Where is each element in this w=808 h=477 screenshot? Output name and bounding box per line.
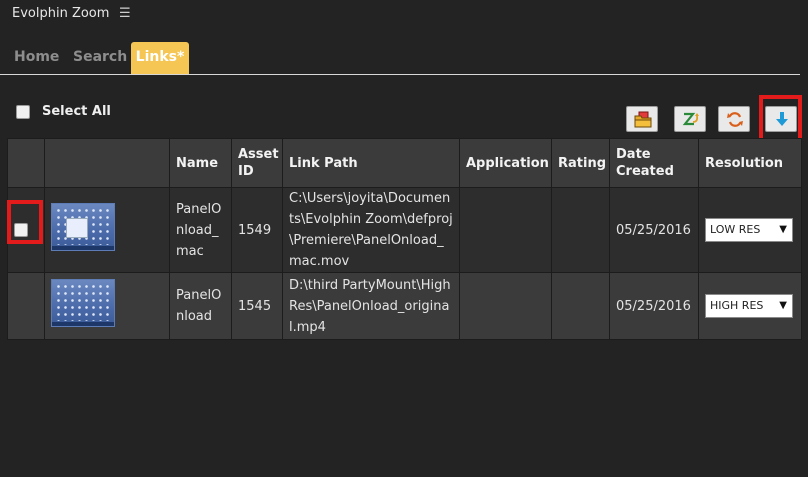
cell-resolution: HIGH RES ▼ (698, 272, 802, 340)
cell-application (459, 272, 552, 340)
title-bar: Evolphin Zoom ☰ (0, 0, 808, 28)
refresh-button[interactable] (718, 106, 750, 132)
zoom-button[interactable] (674, 106, 706, 132)
header-resolution[interactable]: Resolution (698, 138, 802, 188)
asset-thumbnail[interactable] (51, 278, 115, 327)
thumbnail-cell (44, 272, 170, 340)
thumbnail-cell (44, 187, 170, 273)
links-table: Name Asset ID Link Path Application Rati… (7, 138, 802, 340)
folder-icon (634, 111, 652, 128)
cell-link-path: D:\third PartyMount\HighRes\PanelOnload_… (282, 272, 460, 340)
table-row[interactable]: PanelOnload 1545 D:\third PartyMount\Hig… (7, 272, 802, 340)
tab-links[interactable]: Links* (131, 42, 189, 74)
resolution-select[interactable]: HIGH RES ▼ (705, 294, 793, 318)
asset-thumbnail[interactable] (51, 202, 115, 251)
refresh-icon (727, 112, 743, 127)
row-select-cell (7, 187, 45, 273)
header-name[interactable]: Name (169, 138, 232, 188)
hamburger-menu-icon[interactable]: ☰ (119, 6, 131, 21)
cell-application (459, 187, 552, 273)
header-date-created[interactable]: Date Created (609, 138, 699, 188)
cell-asset-id: 1549 (231, 187, 283, 273)
header-asset-id[interactable]: Asset ID (231, 138, 283, 188)
table-row[interactable]: PanelOnload_mac 1549 C:\Users\joyita\Doc… (7, 187, 802, 273)
header-application[interactable]: Application (459, 138, 552, 188)
tab-search[interactable]: Search (73, 42, 127, 74)
tab-bar: Home Search Links* (0, 40, 800, 75)
dropdown-arrow-icon: ▼ (779, 300, 787, 311)
cell-resolution: LOW RES ▼ (698, 187, 802, 273)
table-header-row: Name Asset ID Link Path Application Rati… (7, 138, 802, 188)
row-checkbox[interactable] (14, 223, 28, 237)
select-all-label: Select All (42, 104, 111, 119)
cell-name: PanelOnload (169, 272, 232, 340)
app-title: Evolphin Zoom (12, 6, 110, 21)
dropdown-arrow-icon: ▼ (779, 224, 787, 235)
header-select (7, 138, 45, 188)
header-link-path[interactable]: Link Path (282, 138, 460, 188)
cell-date-created: 05/25/2016 (609, 272, 699, 340)
header-rating[interactable]: Rating (551, 138, 610, 188)
zoom-logo-icon (682, 112, 699, 126)
cell-link-path: C:\Users\joyita\Documents\Evolphin Zoom\… (282, 187, 460, 273)
select-all[interactable]: Select All (16, 104, 111, 120)
download-arrow-icon (776, 112, 788, 126)
cell-rating (551, 187, 610, 273)
open-folder-button[interactable] (626, 106, 658, 132)
cell-asset-id: 1545 (231, 272, 283, 340)
cell-name: PanelOnload_mac (169, 187, 232, 273)
tab-home[interactable]: Home (14, 42, 59, 74)
header-thumbnail (44, 138, 170, 188)
select-all-checkbox[interactable] (16, 104, 30, 119)
cell-date-created: 05/25/2016 (609, 187, 699, 273)
row-select-cell (7, 272, 45, 340)
download-button[interactable] (765, 106, 797, 132)
cell-rating (551, 272, 610, 340)
resolution-select[interactable]: LOW RES ▼ (705, 218, 793, 242)
resolution-value: HIGH RES (710, 299, 764, 312)
resolution-value: LOW RES (710, 223, 761, 236)
